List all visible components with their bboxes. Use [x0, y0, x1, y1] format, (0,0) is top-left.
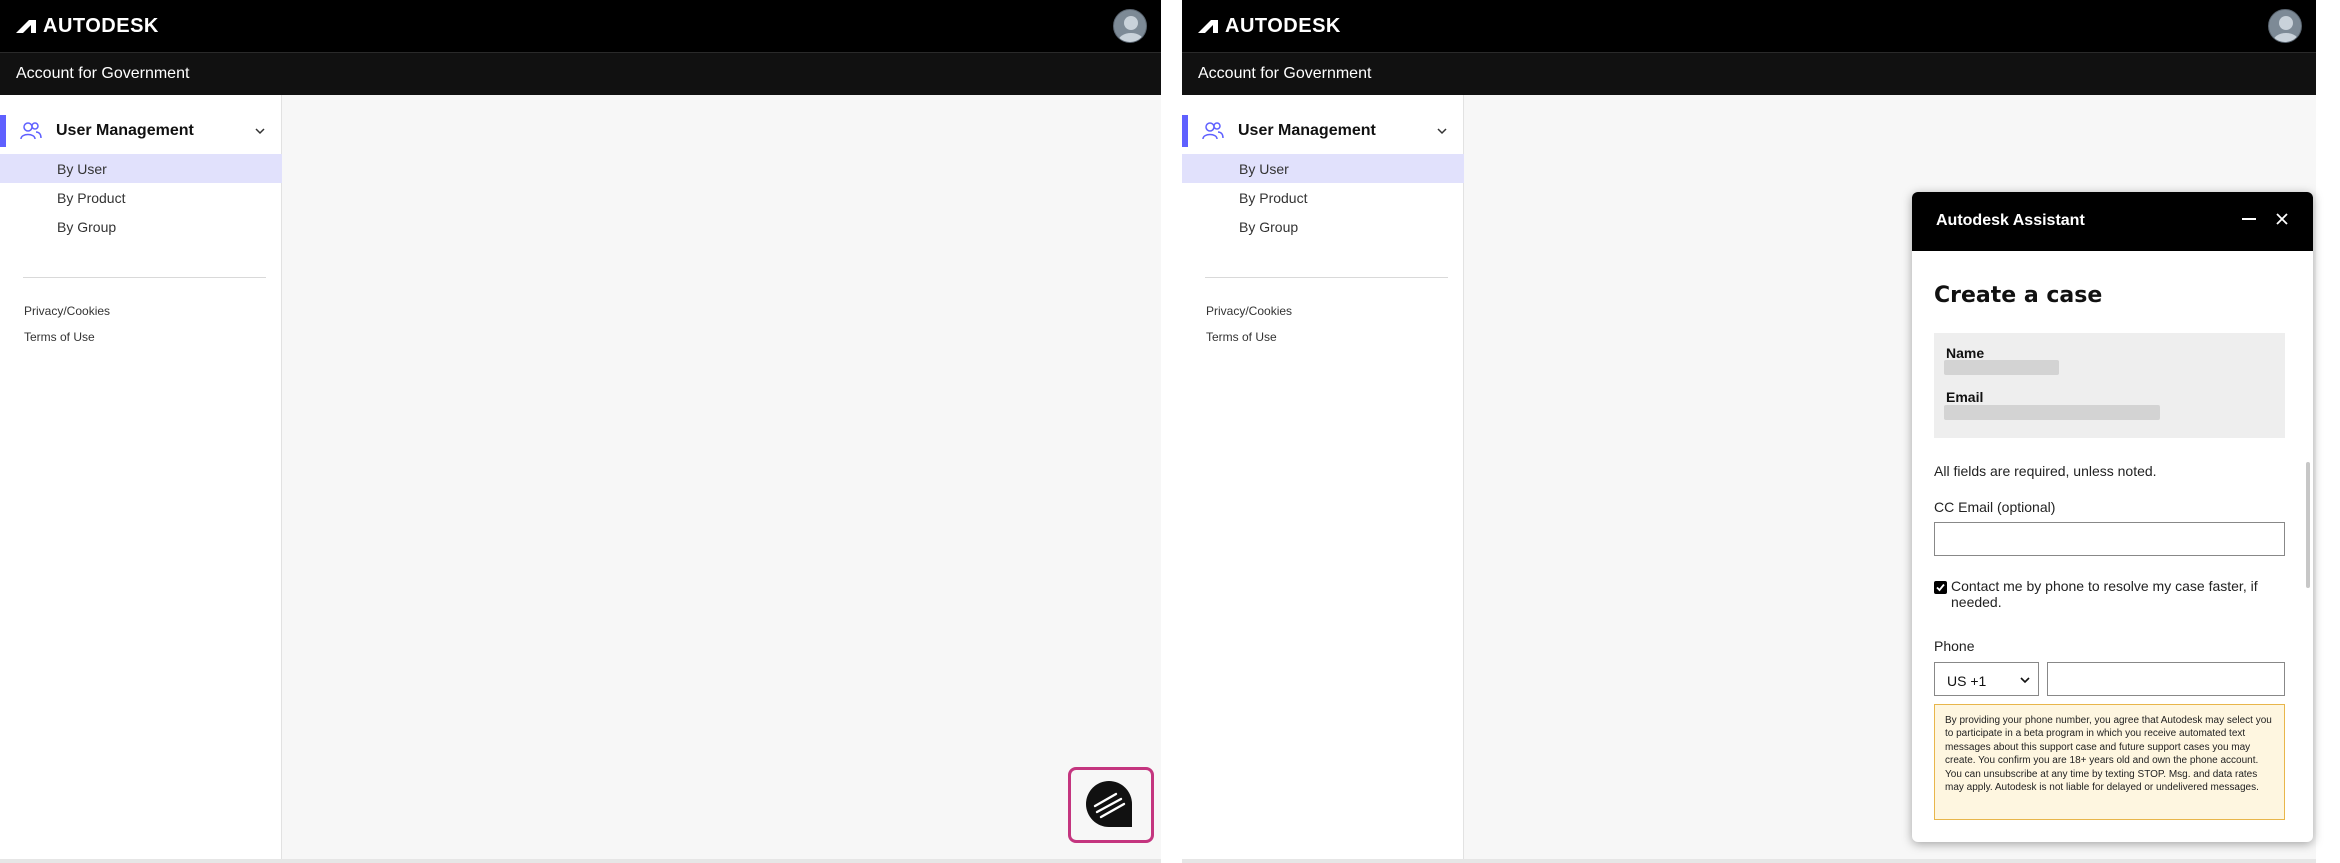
phone-number-input[interactable] [2047, 662, 2285, 696]
sidebar: User Management By User By Product By Gr… [0, 95, 282, 863]
active-indicator [0, 115, 6, 147]
window-bottom-edge [1182, 859, 2316, 863]
minimize-icon[interactable] [2242, 218, 2256, 220]
chevron-down-icon [2020, 677, 2030, 684]
country-code-value: US +1 [1947, 673, 1987, 689]
sidebar-item-label: By Group [1239, 219, 1299, 235]
autodesk-logo-icon [1198, 20, 1218, 33]
cc-email-input[interactable] [1934, 522, 2285, 556]
sidebar-item-by-user[interactable]: By User [1182, 154, 1464, 183]
autodesk-logo[interactable]: AUTODESK [15, 15, 159, 37]
window-bottom-edge [0, 859, 1161, 863]
left-window: AUTODESK Account for Government User Man… [0, 0, 1161, 863]
sidebar-item-by-user[interactable]: By User [0, 154, 282, 183]
sidebar-item-label: By User [57, 161, 107, 177]
email-label: Email [1946, 389, 1984, 405]
sidebar: User Management By User By Product By Gr… [1182, 95, 1464, 863]
chevron-down-icon[interactable] [254, 126, 266, 136]
chevron-down-icon[interactable] [1436, 126, 1448, 136]
close-icon[interactable] [2274, 211, 2290, 227]
sidebar-item-by-product[interactable]: By Product [1182, 183, 1464, 212]
terms-of-use-link[interactable]: Terms of Use [24, 330, 95, 344]
assistant-header: Autodesk Assistant [1912, 192, 2313, 251]
sidebar-item-label: By Group [57, 219, 117, 235]
sidebar-divider [1205, 277, 1448, 278]
brand-name: AUTODESK [43, 14, 159, 37]
sidebar-item-by-product[interactable]: By Product [0, 183, 282, 212]
cc-email-label: CC Email (optional) [1934, 499, 2056, 515]
assistant-body: Create a case Name Email All fields are … [1912, 251, 2313, 842]
page-subtitle: Account for Government [1198, 65, 1372, 82]
sub-header: Account for Government [1182, 52, 2316, 95]
privacy-cookies-link[interactable]: Privacy/Cookies [1206, 304, 1292, 318]
autodesk-logo-icon [16, 20, 36, 33]
contact-by-phone-label: Contact me by phone to resolve my case f… [1951, 578, 2258, 610]
sidebar-section-user-management[interactable]: User Management [0, 115, 282, 147]
sidebar-item-label: By User [1239, 161, 1289, 177]
users-icon [20, 122, 42, 140]
users-icon [1202, 122, 1224, 140]
privacy-cookies-link[interactable]: Privacy/Cookies [24, 304, 110, 318]
assistant-title: Autodesk Assistant [1936, 212, 2085, 229]
top-bar: AUTODESK [1182, 0, 2316, 52]
country-code-select[interactable]: US +1 [1934, 662, 2039, 696]
sidebar-item-label: By Product [57, 190, 126, 206]
sidebar-divider [23, 277, 266, 278]
active-indicator [1182, 115, 1188, 147]
brand-name: AUTODESK [1225, 14, 1341, 37]
user-avatar-icon[interactable] [1113, 9, 1147, 43]
phone-label: Phone [1934, 638, 1975, 654]
assistant-scrollbar[interactable] [2306, 462, 2310, 588]
phone-disclaimer: By providing your phone number, you agre… [1934, 704, 2285, 820]
autodesk-logo[interactable]: AUTODESK [1197, 15, 1341, 37]
chat-bubble-icon [1086, 781, 1132, 827]
sidebar-item-by-group[interactable]: By Group [1182, 212, 1464, 241]
name-value-redacted [1944, 360, 2059, 375]
sidebar-section-label: User Management [56, 122, 194, 139]
terms-of-use-link[interactable]: Terms of Use [1206, 330, 1277, 344]
contact-by-phone-checkbox[interactable] [1934, 581, 1947, 594]
name-label: Name [1946, 345, 1985, 361]
case-form-title: Create a case [1934, 283, 2103, 308]
top-bar: AUTODESK [0, 0, 1161, 52]
required-note: All fields are required, unless noted. [1934, 463, 2157, 479]
page-subtitle: Account for Government [16, 65, 190, 82]
sidebar-section-label: User Management [1238, 122, 1376, 139]
sidebar-item-label: By Product [1239, 190, 1308, 206]
sidebar-item-by-group[interactable]: By Group [0, 212, 282, 241]
sidebar-section-user-management[interactable]: User Management [1182, 115, 1464, 147]
email-value-redacted [1944, 405, 2160, 420]
assistant-panel: Autodesk Assistant Create a case Name Em… [1912, 192, 2313, 842]
sub-header: Account for Government [0, 52, 1161, 95]
user-avatar-icon[interactable] [2268, 9, 2302, 43]
contact-info-box: Name Email [1934, 333, 2285, 438]
assistant-launcher-button[interactable] [1068, 767, 1154, 843]
